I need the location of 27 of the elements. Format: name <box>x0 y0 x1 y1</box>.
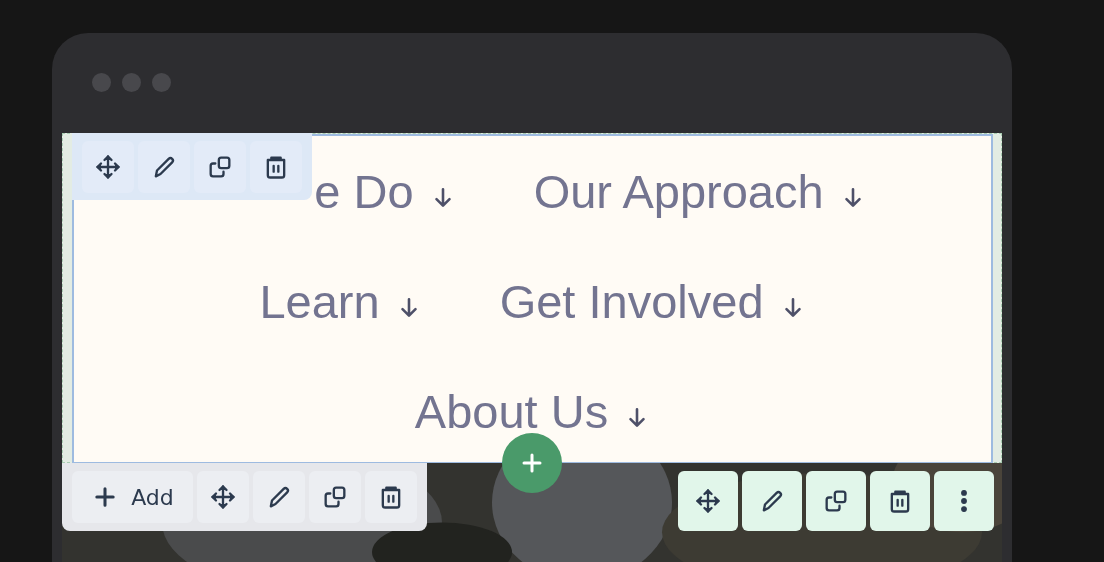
edit-button[interactable] <box>138 141 190 193</box>
move-button[interactable] <box>678 471 738 531</box>
move-button[interactable] <box>197 471 249 523</box>
duplicate-button[interactable] <box>806 471 866 531</box>
move-icon <box>94 153 122 181</box>
delete-button[interactable] <box>250 141 302 193</box>
more-icon <box>961 490 967 512</box>
nav-link[interactable]: e Do <box>314 136 456 246</box>
move-icon <box>694 487 722 515</box>
plus-icon <box>520 451 544 475</box>
delete-button[interactable] <box>870 471 930 531</box>
duplicate-button[interactable] <box>194 141 246 193</box>
more-button[interactable] <box>934 471 994 531</box>
edit-button[interactable] <box>742 471 802 531</box>
edit-button[interactable] <box>253 471 305 523</box>
nav-link[interactable]: About Us <box>414 356 651 466</box>
nav-link[interactable]: Our Approach <box>533 136 866 246</box>
delete-button[interactable] <box>365 471 417 523</box>
window-dot[interactable] <box>152 72 171 92</box>
duplicate-button[interactable] <box>309 471 361 523</box>
window-dot[interactable] <box>122 72 141 92</box>
nav-link[interactable]: Get Involved <box>499 246 806 356</box>
window-dot[interactable] <box>92 72 111 92</box>
move-icon <box>209 483 237 511</box>
add-button[interactable]: Add <box>72 471 193 523</box>
nav-link[interactable]: Learn <box>259 246 422 356</box>
move-button[interactable] <box>82 141 134 193</box>
